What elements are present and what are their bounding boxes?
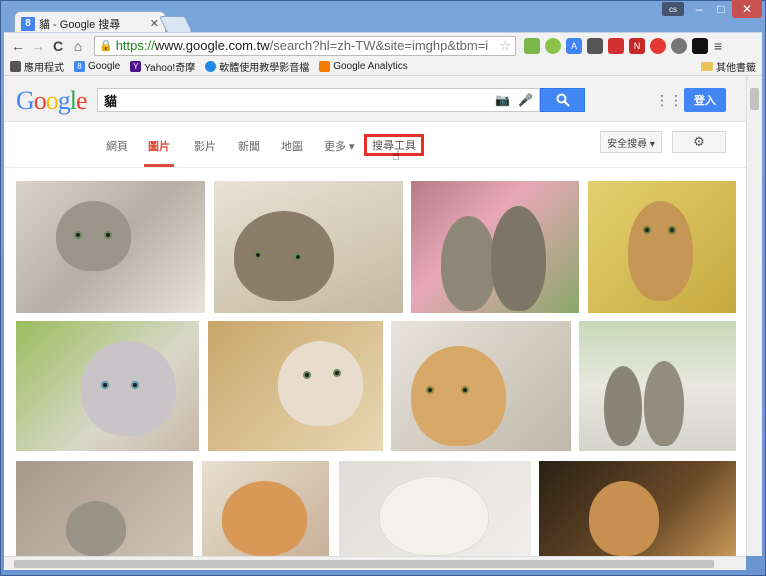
bookmark-tutorial[interactable]: 軟體使用教學影音檔 (205, 59, 309, 74)
tab-videos[interactable]: 影片 (194, 138, 216, 154)
google-images-page: Google 貓 📷 🎤 ⋮⋮⋮ 登入 網頁 圖片 影片 新聞 地圖 更多 ▾ … (4, 76, 746, 556)
bookmark-analytics[interactable]: Google Analytics (319, 61, 408, 72)
bookmarks-bar: 應用程式 8 Google Y Yahoo!奇摩 軟體使用教學影音檔 Googl… (4, 58, 762, 76)
url-scheme: https:// (115, 38, 155, 53)
image-result[interactable] (208, 321, 383, 451)
apps-grid-icon (10, 61, 21, 72)
search-icon (556, 93, 570, 107)
image-result[interactable] (16, 321, 199, 451)
image-result[interactable] (16, 181, 205, 313)
tab-strip: 8 貓 - Google 搜尋 ✕ (8, 6, 748, 35)
bookmark-label: Yahoo!奇摩 (144, 63, 196, 74)
image-result[interactable] (214, 181, 403, 313)
lock-icon: 🔒 (99, 40, 113, 52)
bookmark-label: 軟體使用教學影音檔 (219, 63, 310, 74)
tab-more[interactable]: 更多 ▾ (324, 138, 355, 154)
bookmark-google[interactable]: 8 Google (74, 61, 120, 72)
google-logo[interactable]: Google (16, 86, 88, 116)
minimize-button[interactable]: – (688, 0, 710, 18)
scroll-thumb[interactable] (14, 560, 714, 568)
yahoo-icon: Y (130, 61, 142, 72)
safe-search-button[interactable]: 安全搜尋 ▾ (600, 131, 662, 153)
extension-lime-icon[interactable] (545, 37, 561, 54)
search-input[interactable]: 貓 📷 🎤 (97, 88, 540, 112)
microphone-icon[interactable]: 🎤 (518, 93, 533, 107)
search-query: 貓 (104, 93, 118, 109)
image-result[interactable] (339, 461, 531, 556)
tutorial-icon (205, 61, 217, 72)
gear-icon: ⚙ (693, 134, 705, 149)
analytics-icon (319, 61, 331, 72)
tab-news[interactable]: 新聞 (238, 138, 260, 154)
active-tab-indicator (144, 164, 174, 167)
news-icon[interactable]: N (629, 37, 645, 54)
address-bar[interactable]: 🔒 https:// www.google.com.tw /search?hl=… (94, 35, 516, 56)
bookmark-star-icon[interactable]: ☆ (499, 38, 511, 54)
close-window-button[interactable]: ✕ (732, 0, 762, 18)
translate-icon[interactable]: A (566, 37, 582, 54)
camera-icon[interactable]: 📷 (495, 93, 510, 107)
google-favicon-icon: 8 (21, 16, 35, 31)
close-tab-icon[interactable]: ✕ (150, 17, 159, 30)
search-header: Google 貓 📷 🎤 ⋮⋮⋮ 登入 (4, 76, 746, 122)
stop-icon[interactable] (650, 37, 666, 54)
horizontal-scrollbar[interactable] (4, 556, 746, 570)
bookmark-label: 應用程式 (24, 63, 64, 74)
search-tabs: 網頁 圖片 影片 新聞 地圖 更多 ▾ 搜尋工具 ☝ 安全搜尋 ▾ ⚙ (4, 122, 746, 168)
url-host: www.google.com.tw (154, 38, 270, 53)
image-result[interactable] (579, 321, 736, 451)
globe-icon[interactable] (671, 37, 687, 54)
google-icon: 8 (74, 61, 85, 72)
other-bookmarks[interactable]: 其他書籤 (701, 59, 756, 74)
image-result[interactable] (16, 461, 193, 556)
search-button[interactable] (540, 88, 585, 112)
extension-wrench-icon[interactable] (587, 37, 603, 54)
image-result[interactable] (539, 461, 736, 556)
mouse-cursor-icon: ☝ (392, 148, 400, 163)
extension-green-icon[interactable] (524, 37, 540, 54)
image-result[interactable] (391, 321, 571, 451)
vertical-scrollbar[interactable] (746, 76, 762, 556)
browser-toolbar: ← → C ⌂ 🔒 https:// www.google.com.tw /se… (4, 32, 762, 58)
url-path: /search?hl=zh-TW&site=imghp&tbm=i (269, 38, 489, 53)
tab-web[interactable]: 網頁 (106, 138, 128, 154)
maximize-button[interactable]: □ (710, 0, 732, 18)
extension-icons: A N (524, 37, 708, 54)
extension-red-icon[interactable] (608, 37, 624, 54)
tab-title: 貓 - Google 搜尋 (39, 18, 121, 31)
signin-button[interactable]: 登入 (684, 88, 726, 112)
other-bookmarks-label: 其他書籤 (716, 63, 756, 74)
forward-icon[interactable]: → (28, 38, 48, 54)
image-result[interactable] (411, 181, 579, 313)
extension-black-icon[interactable] (692, 37, 708, 54)
home-icon[interactable]: ⌂ (68, 38, 88, 54)
bookmark-apps[interactable]: 應用程式 (10, 59, 64, 74)
tab-images[interactable]: 圖片 (148, 138, 170, 154)
bookmark-yahoo[interactable]: Y Yahoo!奇摩 (130, 59, 195, 74)
profile-badge[interactable]: cs (662, 2, 684, 16)
bookmark-label: Google (88, 61, 121, 72)
reload-icon[interactable]: C (48, 38, 68, 54)
image-result[interactable] (202, 461, 329, 556)
back-icon[interactable]: ← (8, 38, 28, 54)
image-result[interactable] (588, 181, 736, 313)
bookmark-label: Google Analytics (333, 61, 408, 72)
menu-icon[interactable]: ≡ (714, 38, 722, 54)
scroll-thumb[interactable] (750, 88, 759, 110)
folder-icon (701, 62, 713, 71)
tab-maps[interactable]: 地圖 (281, 138, 303, 154)
settings-button[interactable]: ⚙ (672, 131, 726, 153)
